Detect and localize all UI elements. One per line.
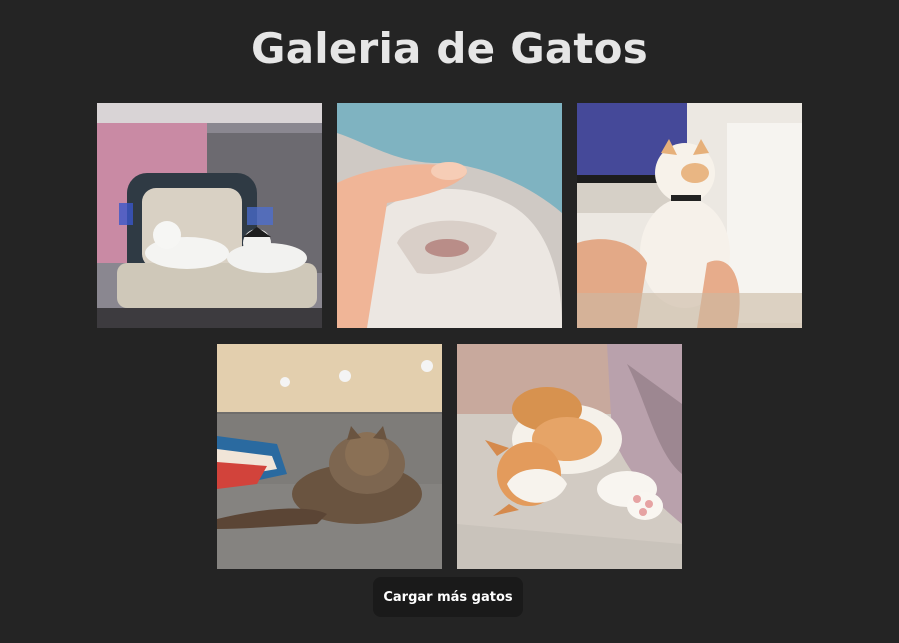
cat-image-two-cats-chair xyxy=(97,103,322,328)
cat-photo-3[interactable] xyxy=(577,103,802,328)
gallery-page: Galeria de Gatos Cargar más gatos xyxy=(0,0,899,643)
cat-photo-2[interactable] xyxy=(337,103,562,328)
cat-photo-5[interactable] xyxy=(457,344,682,569)
cat-photo-1[interactable] xyxy=(97,103,322,328)
cat-image-chin-scratch xyxy=(337,103,562,328)
cat-gallery xyxy=(0,103,899,569)
cat-image-sleeping-cat xyxy=(457,344,682,569)
cat-image-held-cat xyxy=(577,103,802,328)
cat-photo-4[interactable] xyxy=(217,344,442,569)
load-more-button[interactable]: Cargar más gatos xyxy=(373,577,523,617)
cat-image-tabby-sofa xyxy=(217,344,442,569)
page-title: Galeria de Gatos xyxy=(251,24,648,73)
